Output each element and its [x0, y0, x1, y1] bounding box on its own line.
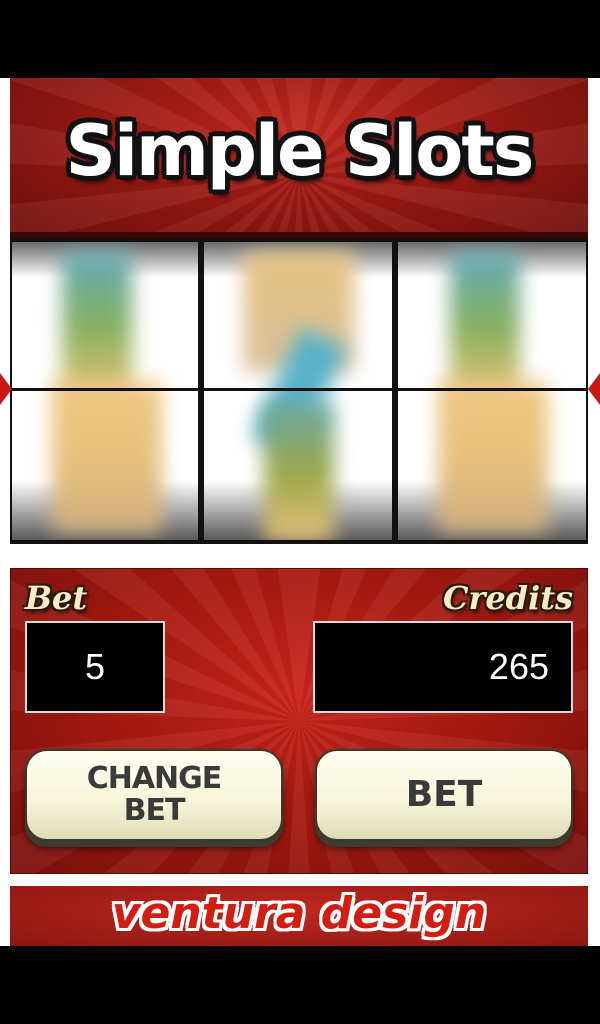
- control-panel: Bet Credits 5 265 CHANGE BET BET: [10, 568, 588, 874]
- game-title: Simple Slots: [65, 110, 535, 192]
- change-bet-line-2: BET: [123, 793, 186, 828]
- bet-value: 5: [84, 646, 106, 687]
- payline-marker-left-icon: [0, 373, 12, 405]
- payline: [10, 388, 588, 391]
- bet-label: Bet: [25, 579, 88, 617]
- title-banner: Simple Slots: [10, 78, 588, 238]
- change-bet-button-label: CHANGE BET: [86, 761, 223, 828]
- credits-value: 265: [488, 646, 549, 687]
- footer-brand: ventura design: [111, 888, 487, 939]
- bet-display: 5: [25, 621, 165, 713]
- reel-3: [398, 242, 586, 540]
- credits-label: Credits: [442, 579, 573, 617]
- change-bet-line-1: CHANGE: [86, 761, 223, 796]
- game-screen: Simple Slots Bet Credits 5 265 CHANGE BE…: [0, 78, 600, 946]
- reel-area: [10, 238, 588, 544]
- reel-1: [12, 242, 198, 540]
- reel-2: [204, 242, 392, 540]
- payline-marker-right-icon: [588, 373, 600, 405]
- footer-banner[interactable]: ventura design: [10, 886, 588, 946]
- bet-button-label: BET: [405, 774, 483, 815]
- credits-display: 265: [313, 621, 573, 713]
- change-bet-button[interactable]: CHANGE BET: [25, 749, 283, 841]
- bet-button[interactable]: BET: [315, 749, 573, 841]
